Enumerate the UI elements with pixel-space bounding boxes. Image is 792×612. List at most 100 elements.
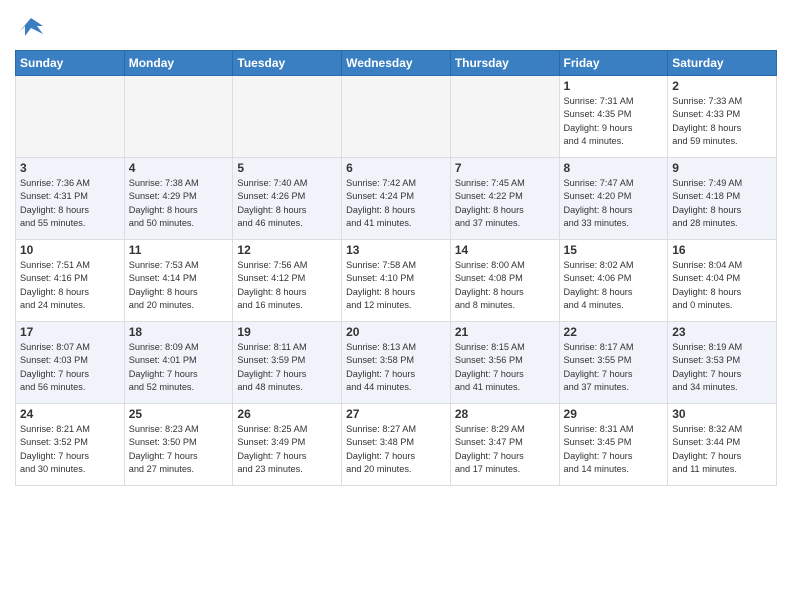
day-cell: [450, 76, 559, 158]
day-number: 30: [672, 407, 772, 421]
day-number: 16: [672, 243, 772, 257]
day-cell: 5 Sunrise: 7:40 AM Sunset: 4:26 PM Daylig…: [233, 158, 342, 240]
day-number: 26: [237, 407, 337, 421]
day-cell: 21 Sunrise: 8:15 AM Sunset: 3:56 PM Dayli…: [450, 322, 559, 404]
day-cell: [233, 76, 342, 158]
day-cell: 3 Sunrise: 7:36 AM Sunset: 4:31 PM Daylig…: [16, 158, 125, 240]
day-number: 24: [20, 407, 120, 421]
day-info: Sunrise: 8:19 AM Sunset: 3:53 PM Dayligh…: [672, 341, 772, 394]
day-cell: 22 Sunrise: 8:17 AM Sunset: 3:55 PM Dayli…: [559, 322, 668, 404]
day-number: 6: [346, 161, 446, 175]
day-cell: 10 Sunrise: 7:51 AM Sunset: 4:16 PM Dayli…: [16, 240, 125, 322]
weekday-header-row: SundayMondayTuesdayWednesdayThursdayFrid…: [16, 51, 777, 76]
day-cell: 9Sunrise: 7:49 AM Sunset: 4:18 PM Daylig…: [668, 158, 777, 240]
day-number: 8: [564, 161, 664, 175]
day-info: Sunrise: 7:42 AM Sunset: 4:24 PM Dayligh…: [346, 177, 446, 230]
day-info: Sunrise: 7:36 AM Sunset: 4:31 PM Dayligh…: [20, 177, 120, 230]
header: [15, 10, 777, 42]
day-info: Sunrise: 8:31 AM Sunset: 3:45 PM Dayligh…: [564, 423, 664, 476]
day-number: 3: [20, 161, 120, 175]
day-cell: 30 Sunrise: 8:32 AM Sunset: 3:44 PM Dayli…: [668, 404, 777, 486]
day-info: Sunrise: 8:17 AM Sunset: 3:55 PM Dayligh…: [564, 341, 664, 394]
calendar: SundayMondayTuesdayWednesdayThursdayFrid…: [15, 50, 777, 486]
day-number: 9: [672, 161, 772, 175]
day-info: Sunrise: 8:15 AM Sunset: 3:56 PM Dayligh…: [455, 341, 555, 394]
logo: [15, 14, 45, 42]
day-info: Sunrise: 7:58 AM Sunset: 4:10 PM Dayligh…: [346, 259, 446, 312]
day-number: 1: [564, 79, 664, 93]
day-info: Sunrise: 7:56 AM Sunset: 4:12 PM Dayligh…: [237, 259, 337, 312]
day-cell: [124, 76, 233, 158]
day-cell: 24 Sunrise: 8:21 AM Sunset: 3:52 PM Dayli…: [16, 404, 125, 486]
day-cell: 2 Sunrise: 7:33 AM Sunset: 4:33 PM Daylig…: [668, 76, 777, 158]
day-cell: 26 Sunrise: 8:25 AM Sunset: 3:49 PM Dayli…: [233, 404, 342, 486]
day-info: Sunrise: 7:53 AM Sunset: 4:14 PM Dayligh…: [129, 259, 229, 312]
day-cell: [16, 76, 125, 158]
weekday-sunday: Sunday: [16, 51, 125, 76]
day-info: Sunrise: 7:38 AM Sunset: 4:29 PM Dayligh…: [129, 177, 229, 230]
week-row-1: 1 Sunrise: 7:31 AM Sunset: 4:35 PM Daylig…: [16, 76, 777, 158]
day-info: Sunrise: 7:33 AM Sunset: 4:33 PM Dayligh…: [672, 95, 772, 148]
day-cell: 23 Sunrise: 8:19 AM Sunset: 3:53 PM Dayli…: [668, 322, 777, 404]
week-row-4: 17Sunrise: 8:07 AM Sunset: 4:03 PM Dayli…: [16, 322, 777, 404]
week-row-2: 3 Sunrise: 7:36 AM Sunset: 4:31 PM Daylig…: [16, 158, 777, 240]
day-cell: 18Sunrise: 8:09 AM Sunset: 4:01 PM Dayli…: [124, 322, 233, 404]
day-cell: 8 Sunrise: 7:47 AM Sunset: 4:20 PM Daylig…: [559, 158, 668, 240]
day-info: Sunrise: 7:47 AM Sunset: 4:20 PM Dayligh…: [564, 177, 664, 230]
day-cell: 14Sunrise: 8:00 AM Sunset: 4:08 PM Dayli…: [450, 240, 559, 322]
day-info: Sunrise: 7:31 AM Sunset: 4:35 PM Dayligh…: [564, 95, 664, 148]
day-cell: 19 Sunrise: 8:11 AM Sunset: 3:59 PM Dayli…: [233, 322, 342, 404]
day-cell: 11 Sunrise: 7:53 AM Sunset: 4:14 PM Dayli…: [124, 240, 233, 322]
day-number: 14: [455, 243, 555, 257]
day-info: Sunrise: 8:04 AM Sunset: 4:04 PM Dayligh…: [672, 259, 772, 312]
day-cell: 13 Sunrise: 7:58 AM Sunset: 4:10 PM Dayli…: [342, 240, 451, 322]
day-info: Sunrise: 8:25 AM Sunset: 3:49 PM Dayligh…: [237, 423, 337, 476]
day-info: Sunrise: 7:45 AM Sunset: 4:22 PM Dayligh…: [455, 177, 555, 230]
day-cell: 16 Sunrise: 8:04 AM Sunset: 4:04 PM Dayli…: [668, 240, 777, 322]
weekday-monday: Monday: [124, 51, 233, 76]
day-number: 13: [346, 243, 446, 257]
weekday-thursday: Thursday: [450, 51, 559, 76]
day-number: 23: [672, 325, 772, 339]
logo-bird-icon: [17, 14, 45, 42]
day-info: Sunrise: 7:51 AM Sunset: 4:16 PM Dayligh…: [20, 259, 120, 312]
day-number: 12: [237, 243, 337, 257]
day-info: Sunrise: 7:40 AM Sunset: 4:26 PM Dayligh…: [237, 177, 337, 230]
page: SundayMondayTuesdayWednesdayThursdayFrid…: [0, 0, 792, 612]
day-number: 20: [346, 325, 446, 339]
day-number: 2: [672, 79, 772, 93]
day-number: 21: [455, 325, 555, 339]
day-number: 25: [129, 407, 229, 421]
day-cell: 15Sunrise: 8:02 AM Sunset: 4:06 PM Dayli…: [559, 240, 668, 322]
day-info: Sunrise: 8:32 AM Sunset: 3:44 PM Dayligh…: [672, 423, 772, 476]
day-info: Sunrise: 8:23 AM Sunset: 3:50 PM Dayligh…: [129, 423, 229, 476]
day-info: Sunrise: 8:21 AM Sunset: 3:52 PM Dayligh…: [20, 423, 120, 476]
day-number: 11: [129, 243, 229, 257]
day-number: 28: [455, 407, 555, 421]
day-number: 17: [20, 325, 120, 339]
week-row-3: 10 Sunrise: 7:51 AM Sunset: 4:16 PM Dayli…: [16, 240, 777, 322]
day-number: 15: [564, 243, 664, 257]
day-number: 5: [237, 161, 337, 175]
day-number: 22: [564, 325, 664, 339]
day-cell: 27 Sunrise: 8:27 AM Sunset: 3:48 PM Dayli…: [342, 404, 451, 486]
day-info: Sunrise: 8:13 AM Sunset: 3:58 PM Dayligh…: [346, 341, 446, 394]
day-cell: 29Sunrise: 8:31 AM Sunset: 3:45 PM Dayli…: [559, 404, 668, 486]
weekday-tuesday: Tuesday: [233, 51, 342, 76]
weekday-friday: Friday: [559, 51, 668, 76]
day-info: Sunrise: 8:11 AM Sunset: 3:59 PM Dayligh…: [237, 341, 337, 394]
day-number: 18: [129, 325, 229, 339]
day-cell: 20 Sunrise: 8:13 AM Sunset: 3:58 PM Dayli…: [342, 322, 451, 404]
day-number: 27: [346, 407, 446, 421]
day-number: 19: [237, 325, 337, 339]
day-cell: 25 Sunrise: 8:23 AM Sunset: 3:50 PM Dayli…: [124, 404, 233, 486]
day-number: 7: [455, 161, 555, 175]
day-cell: 4Sunrise: 7:38 AM Sunset: 4:29 PM Daylig…: [124, 158, 233, 240]
day-cell: 17Sunrise: 8:07 AM Sunset: 4:03 PM Dayli…: [16, 322, 125, 404]
week-row-5: 24 Sunrise: 8:21 AM Sunset: 3:52 PM Dayli…: [16, 404, 777, 486]
day-cell: [342, 76, 451, 158]
day-cell: 28Sunrise: 8:29 AM Sunset: 3:47 PM Dayli…: [450, 404, 559, 486]
day-cell: 1 Sunrise: 7:31 AM Sunset: 4:35 PM Daylig…: [559, 76, 668, 158]
day-info: Sunrise: 8:27 AM Sunset: 3:48 PM Dayligh…: [346, 423, 446, 476]
day-number: 10: [20, 243, 120, 257]
